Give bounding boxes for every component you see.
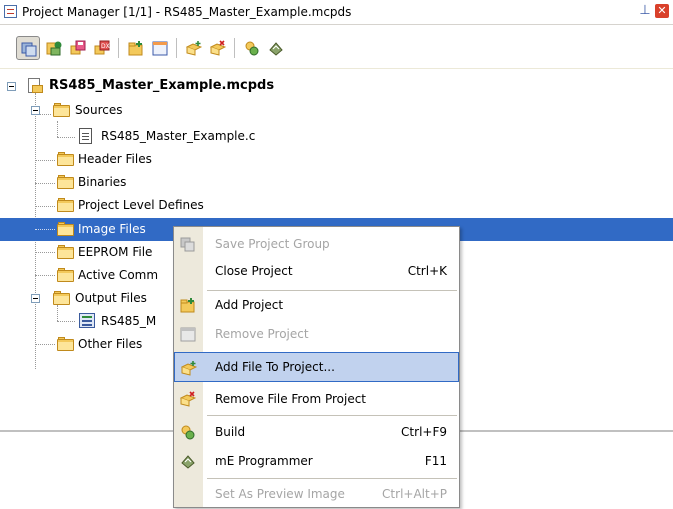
save-project-group-button[interactable] [66,36,90,60]
close-project-group-button[interactable]: DX [90,36,114,60]
project-manager-icon [4,5,17,18]
open-project-group-button[interactable] [16,36,40,60]
menu-item-shortcut: Ctrl+Alt+P [382,487,447,501]
toolbar-separator [234,38,235,58]
menu-item-shortcut: F11 [424,454,447,468]
folder-icon [57,175,75,189]
programmer-icon [269,42,283,56]
tree-item-label: EEPROM File [78,245,153,259]
remove-file-button[interactable] [206,36,230,60]
toolbar-separator [176,38,177,58]
collapse-icon[interactable] [31,294,40,303]
toolbar-separator [118,38,119,58]
programmer-icon [181,455,195,469]
menu-item-add-project[interactable]: Add Project [174,290,459,320]
menu-item-label: mE Programmer [215,454,313,468]
open-project-group-icon [21,42,37,57]
menu-item-me-programmer[interactable]: mE Programmer F11 [174,446,459,476]
close-project-group-icon: DX [94,40,110,55]
tree-item-label: Project Level Defines [78,198,204,212]
tree-item-label: Other Files [78,337,143,351]
menu-item-remove-project[interactable]: Remove Project [174,319,459,349]
menu-item-save-project-group[interactable]: Save Project Group [174,229,459,259]
new-project-group-icon [46,41,62,56]
folder-icon [57,222,75,236]
tree-item-sources[interactable]: Sources [0,99,673,122]
menu-item-close-project[interactable]: Close Project Ctrl+K [174,256,459,286]
remove-file-icon [210,40,226,56]
remove-project-icon [180,327,196,342]
add-project-button[interactable] [124,36,148,60]
tree-item-label: Sources [75,103,123,117]
add-project-icon [128,41,143,56]
folder-icon [53,291,71,305]
save-project-group-icon [180,237,195,252]
build-button[interactable] [240,36,264,60]
folder-icon [57,337,75,351]
c-file-icon [79,128,92,144]
tree-item-root[interactable]: RS485_Master_Example.mcpds [0,75,673,98]
close-icon[interactable]: ✕ [655,4,669,18]
folder-icon [53,103,71,117]
tree-item-label: Binaries [78,175,127,189]
menu-item-label: Set As Preview Image [215,487,345,501]
new-project-group-button[interactable] [42,36,66,60]
menu-item-shortcut: Ctrl+K [407,264,447,278]
menu-item-remove-file-from-project[interactable]: Remove File From Project [174,384,459,414]
programmer-button[interactable] [264,36,288,60]
tree-item-label: RS485_M [101,314,157,328]
remove-project-button[interactable] [148,36,172,60]
tree-item-label: Header Files [78,152,152,166]
collapse-icon[interactable] [31,106,40,115]
save-project-group-icon [70,40,86,55]
tree-item-label: Output Files [75,291,147,305]
build-icon [181,425,195,440]
add-project-icon [180,298,195,313]
remove-file-icon [180,391,196,407]
menu-item-label: Close Project [215,264,293,278]
add-file-icon [181,361,197,376]
remove-project-icon [152,41,168,56]
panel-title: Project Manager [1/1] - RS485_Master_Exa… [22,5,352,19]
collapse-icon[interactable] [7,82,16,91]
pin-icon[interactable]: ⊥ [637,3,653,19]
hex-file-icon [79,313,95,328]
folder-icon [57,245,75,259]
project-file-icon [27,78,43,94]
menu-item-label: Save Project Group [215,237,330,251]
menu-item-add-file-to-project[interactable]: Add File To Project... [174,352,459,382]
tree-item-header-files[interactable]: Header Files [0,148,673,171]
menu-item-label: Remove File From Project [215,392,367,406]
toolbar: DX [0,30,673,69]
menu-item-label: Build [215,425,246,439]
menu-separator [207,415,457,416]
add-file-button[interactable] [182,36,206,60]
folder-icon [57,152,75,166]
tree-item-label: RS485_Master_Example.c [101,129,256,143]
tree-item-project-level-defines[interactable]: Project Level Defines [0,194,673,217]
tree-item-label: RS485_Master_Example.mcpds [49,78,275,93]
tree-item-binaries[interactable]: Binaries [0,171,673,194]
menu-item-label: Add File To Project... [215,360,335,374]
svg-text:DX: DX [101,43,110,50]
tree-item-source-file[interactable]: RS485_Master_Example.c [0,125,673,148]
folder-icon [57,268,75,282]
panel-title-bar: Project Manager [1/1] - RS485_Master_Exa… [0,0,673,25]
tree-item-label: Image Files [78,222,146,236]
tree-item-label: Active Comm [78,268,159,282]
menu-item-set-as-preview-image[interactable]: Set As Preview Image Ctrl+Alt+P [174,479,459,509]
menu-item-label: Remove Project [215,327,309,341]
menu-item-label: Add Project [215,298,284,312]
add-file-icon [186,41,202,56]
tree-connector [35,229,55,230]
folder-icon [57,198,75,212]
menu-item-shortcut: Ctrl+F9 [401,425,447,439]
context-menu: Save Project Group Close Project Ctrl+K … [173,226,460,508]
menu-item-build[interactable]: Build Ctrl+F9 [174,417,459,447]
build-icon [245,41,259,56]
